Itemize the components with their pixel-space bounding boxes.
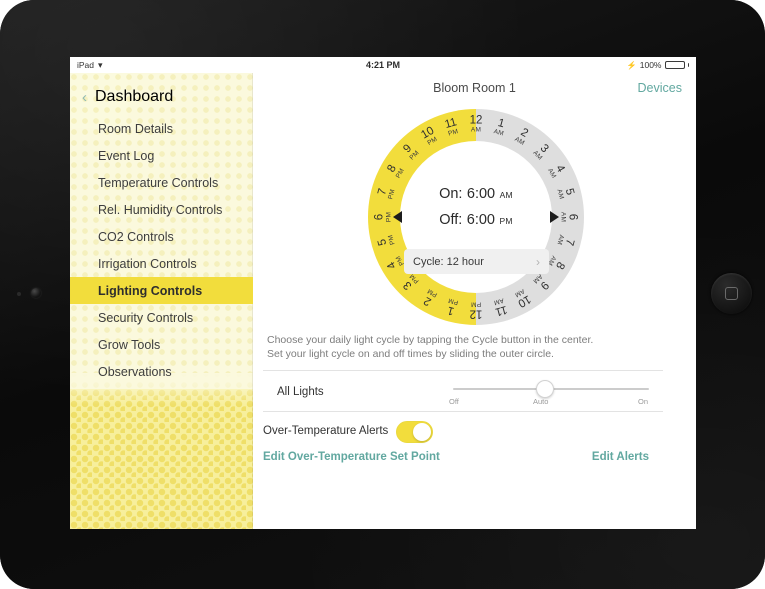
sidebar-item-rel-humidity-controls[interactable]: Rel. Humidity Controls (70, 196, 253, 223)
off-meridiem: PM (499, 216, 513, 226)
dial-hour-meridiem: PM (470, 300, 482, 308)
sidebar-item-label: CO2 Controls (98, 229, 174, 244)
battery-icon (664, 60, 685, 70)
sidebar: ‹ Dashboard Room Details Event Log Tempera… (70, 73, 253, 529)
off-label: Off: (439, 212, 463, 228)
all-lights-label: All Lights (277, 386, 324, 398)
lightning-bolt-icon: ⚡ (626, 60, 637, 70)
dial-hour-number: 12 (469, 307, 483, 320)
sidebar-item-grow-tools[interactable]: Grow Tools (70, 331, 253, 358)
light-cycle-dial[interactable]: 12 AM 1 AM 2 AM 3 AM 4 AM 5 AM 6 AM 7 AM 8 AM 9 AM 10 AM 11 AM 1… (368, 109, 584, 325)
dial-hour-12-PM: 12 PM (463, 300, 489, 320)
edit-set-point-link[interactable]: Edit Over-Temperature Set Point (263, 451, 440, 463)
sidebar-item-label: Grow Tools (98, 337, 161, 352)
slider-tick-off: Off (449, 397, 459, 406)
sidebar-item-label: Temperature Controls (98, 175, 219, 190)
cycle-button[interactable]: Cycle: 12 hour › (404, 249, 549, 274)
front-camera-icon (31, 288, 41, 298)
title-bar: Bloom Room 1 Devices (253, 73, 696, 105)
instructions-text: Choose your daily light cycle by tapping… (267, 333, 682, 361)
all-lights-slider-knob[interactable] (536, 380, 554, 398)
back-to-dashboard-button[interactable]: ‹ Dashboard (70, 85, 253, 109)
content-panel: Bloom Room 1 Devices 12 AM 1 AM 2 AM 3 AM 4 AM 5 AM… (253, 73, 696, 529)
ipad-device-frame: iPad ▾ 4:21 PM ⚡ 100% ‹ Dashboard Room D… (0, 0, 765, 589)
over-temperature-alerts-label: Over-Temperature Alerts (263, 425, 389, 437)
sidebar-pattern-bottom (70, 389, 253, 529)
chevron-left-icon: ‹ (82, 88, 87, 106)
on-time-value: 6:00 (466, 186, 496, 202)
on-time-readout: On: 6:00 AM (368, 185, 584, 203)
over-temperature-alerts-toggle[interactable] (396, 421, 433, 443)
slider-tick-auto: Auto (533, 397, 549, 406)
on-meridiem: AM (499, 190, 513, 200)
off-time-value: 6:00 (466, 212, 495, 228)
sidebar-item-temperature-controls[interactable]: Temperature Controls (70, 169, 253, 196)
ambient-sensor-icon (17, 292, 21, 296)
devices-link[interactable]: Devices (638, 81, 682, 95)
sidebar-item-label: Room Details (98, 121, 174, 136)
sidebar-item-label: Observations (98, 364, 172, 379)
off-time-readout: Off: 6:00 PM (368, 211, 584, 229)
instructions-line-1: Choose your daily light cycle by tapping… (267, 334, 594, 346)
all-lights-row: All Lights Off Auto On (263, 370, 663, 412)
over-temperature-alerts-row: Over-Temperature Alerts (263, 418, 663, 448)
sidebar-item-irrigation-controls[interactable]: Irrigation Controls (70, 250, 253, 277)
sidebar-item-event-log[interactable]: Event Log (70, 142, 253, 169)
sidebar-item-label: Rel. Humidity Controls (98, 202, 223, 217)
sidebar-item-co2-controls[interactable]: CO2 Controls (70, 223, 253, 250)
sidebar-item-label: Event Log (98, 148, 155, 163)
sidebar-item-label: Irrigation Controls (98, 256, 197, 271)
sidebar-item-label: Security Controls (98, 310, 194, 325)
instructions-line-2: Set your light cycle on and off times by… (267, 348, 554, 360)
battery-cap-icon (687, 63, 689, 67)
sidebar-item-label: Lighting Controls (98, 283, 203, 298)
sidebar-item-observations[interactable]: Observations (70, 358, 253, 385)
sidebar-item-security-controls[interactable]: Security Controls (70, 304, 253, 331)
screen: iPad ▾ 4:21 PM ⚡ 100% ‹ Dashboard Room D… (70, 57, 696, 529)
back-label: Dashboard (95, 88, 174, 105)
cycle-button-label: Cycle: 12 hour (413, 255, 484, 268)
sidebar-item-room-details[interactable]: Room Details (70, 115, 253, 142)
footer-links: Edit Over-Temperature Set Point Edit Ale… (263, 451, 663, 471)
battery-percent-label: 100% (639, 60, 662, 70)
page-title: Bloom Room 1 (433, 81, 516, 95)
sidebar-item-lighting-controls[interactable]: Lighting Controls (70, 277, 253, 304)
toggle-knob (413, 423, 431, 441)
status-right-group: ⚡ 100% (627, 60, 689, 70)
status-bar: iPad ▾ 4:21 PM ⚡ 100% (70, 57, 696, 73)
status-clock: 4:21 PM (365, 60, 400, 70)
chevron-right-icon: › (536, 254, 540, 269)
on-label: On: (439, 186, 463, 202)
home-button-square-icon (725, 287, 738, 300)
edit-alerts-link[interactable]: Edit Alerts (592, 451, 649, 463)
slider-tick-on: On (638, 397, 649, 406)
dial-hour-number: 12 (469, 114, 483, 127)
